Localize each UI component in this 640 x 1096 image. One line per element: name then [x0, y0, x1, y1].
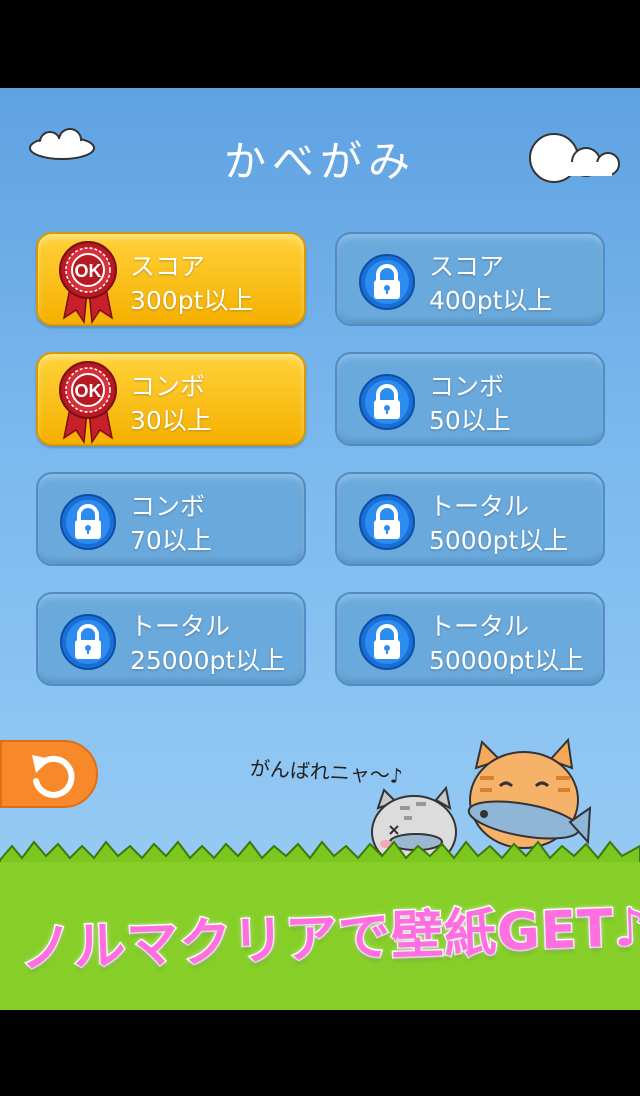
lock-icon — [359, 614, 415, 670]
page-title: かべがみ — [223, 137, 416, 186]
ok-ribbon-icon: OK — [59, 361, 117, 444]
condition-threshold: 300pt以上 — [130, 286, 254, 315]
wallpaper-condition: コンボ 70以上 — [130, 490, 212, 558]
back-button[interactable] — [0, 740, 98, 808]
wallpaper-card[interactable]: コンボ 50以上 — [335, 352, 605, 446]
undo-arrow-icon — [32, 755, 75, 798]
condition-threshold: 5000pt以上 — [429, 526, 569, 555]
condition-type: コンボ — [130, 492, 206, 521]
condition-threshold: 70以上 — [130, 526, 212, 555]
condition-type: コンボ — [130, 372, 206, 401]
ok-badge-text: OK — [75, 381, 102, 401]
ok-badge-text: OK — [75, 261, 102, 281]
condition-type: トータル — [130, 612, 231, 641]
lock-icon — [60, 494, 116, 550]
wallpaper-card[interactable]: トータル 25000pt以上 — [36, 592, 306, 686]
wallpaper-card[interactable]: トータル 5000pt以上 — [335, 472, 605, 566]
lock-icon — [60, 614, 116, 670]
wallpaper-condition: トータル 50000pt以上 — [429, 610, 584, 678]
lock-icon — [359, 254, 415, 310]
wallpaper-condition: スコア 400pt以上 — [429, 250, 552, 318]
wallpaper-card[interactable]: スコア 400pt以上 — [335, 232, 605, 326]
condition-threshold: 50以上 — [429, 406, 511, 435]
condition-threshold: 30以上 — [130, 406, 212, 435]
wallpaper-screen: かべがみ OK スコア 300pt以上 スコア 400pt以上 OK コンボ 30以上 コンボ 5… — [0, 88, 640, 1010]
wallpaper-condition: スコア 300pt以上 — [130, 250, 253, 318]
ok-ribbon-icon: OK — [59, 241, 117, 324]
condition-type: コンボ — [429, 372, 505, 401]
wallpaper-condition: トータル 25000pt以上 — [130, 610, 285, 678]
condition-type: スコア — [429, 252, 505, 281]
lock-icon — [359, 494, 415, 550]
condition-threshold: 25000pt以上 — [130, 646, 286, 675]
condition-threshold: 400pt以上 — [429, 286, 553, 315]
condition-type: トータル — [429, 612, 530, 641]
wallpaper-card[interactable]: トータル 50000pt以上 — [335, 592, 605, 686]
wallpaper-condition: コンボ 30以上 — [130, 370, 212, 438]
condition-type: トータル — [429, 492, 530, 521]
lock-icon — [359, 374, 415, 430]
condition-type: スコア — [130, 252, 206, 281]
wallpaper-card[interactable]: コンボ 70以上 — [36, 472, 306, 566]
condition-threshold: 50000pt以上 — [429, 646, 585, 675]
wallpaper-card[interactable]: OK コンボ 30以上 — [36, 352, 306, 446]
wallpaper-condition: コンボ 50以上 — [429, 370, 511, 438]
wallpaper-condition: トータル 5000pt以上 — [429, 490, 568, 558]
wallpaper-card[interactable]: OK スコア 300pt以上 — [36, 232, 306, 326]
